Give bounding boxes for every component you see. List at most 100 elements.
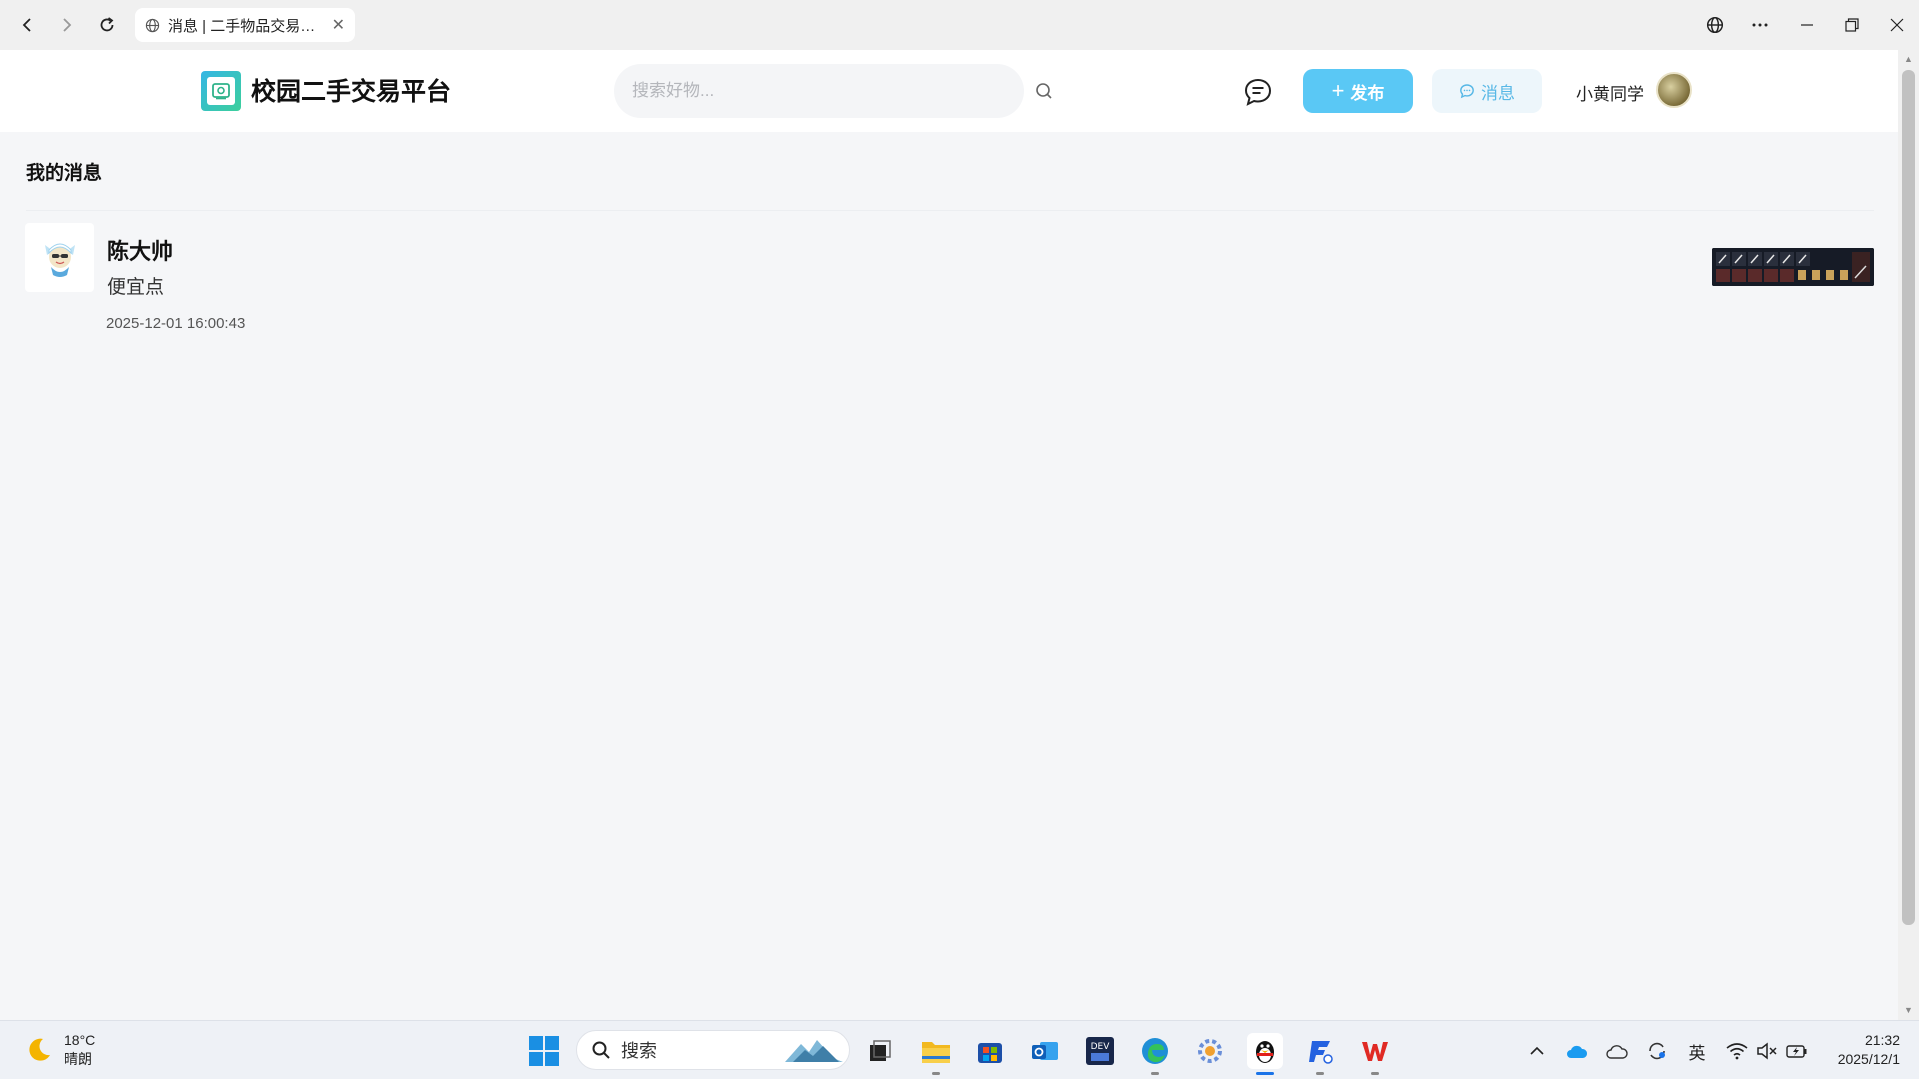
product-thumbnail[interactable] xyxy=(1712,248,1874,286)
tray-wifi[interactable] xyxy=(1725,1039,1749,1063)
back-button[interactable] xyxy=(13,11,41,39)
taskbar-app-feishu[interactable] xyxy=(1302,1033,1338,1075)
taskbar-app-wps[interactable] xyxy=(1357,1033,1393,1075)
search-input[interactable] xyxy=(614,64,1024,118)
moon-icon xyxy=(29,1038,50,1061)
globe-icon xyxy=(1706,16,1724,34)
cartoon-avatar-icon xyxy=(44,243,75,277)
translate-button[interactable] xyxy=(1700,11,1730,39)
clock-time: 21:32 xyxy=(1864,1032,1900,1048)
plus-icon: + xyxy=(1331,78,1345,103)
tray-volume[interactable] xyxy=(1755,1039,1779,1063)
svg-text:DEV: DEV xyxy=(1091,1042,1111,1052)
scroll-down-arrow[interactable]: ▼ xyxy=(1903,1005,1914,1016)
taskbar-app-qq[interactable] xyxy=(1247,1033,1283,1075)
weather-widget[interactable]: 18°C 晴朗 xyxy=(24,1031,95,1069)
store-icon xyxy=(978,1043,1002,1063)
cloud-blue-icon xyxy=(1567,1045,1588,1058)
tray-battery[interactable] xyxy=(1785,1039,1809,1063)
search-icon xyxy=(592,1041,610,1059)
publish-button[interactable]: + 发布 xyxy=(1303,69,1413,113)
chat-bubble-icon[interactable] xyxy=(1242,76,1274,108)
site-title[interactable]: 校园二手交易平台 xyxy=(251,72,451,108)
vertical-scrollbar[interactable]: ▲ ▼ xyxy=(1898,50,1919,1020)
scroll-up-arrow[interactable]: ▲ xyxy=(1903,54,1914,65)
task-view-icon xyxy=(870,1040,891,1061)
messages-label: 消息 xyxy=(1481,83,1515,103)
message-text: 便宜点 xyxy=(107,277,165,298)
site-logo[interactable] xyxy=(201,71,241,111)
volume-muted-icon xyxy=(1757,1042,1777,1060)
tray-onedrive[interactable] xyxy=(1605,1039,1629,1063)
tab-title: 消息 | 二手物品交易… xyxy=(168,17,316,35)
chevron-up-icon xyxy=(1530,1046,1544,1055)
taskbar-app-outlook[interactable] xyxy=(1027,1033,1063,1069)
wifi-icon xyxy=(1726,1043,1748,1060)
username[interactable]: 小黄同学 xyxy=(1576,80,1644,105)
page-title: 我的消息 xyxy=(26,163,103,184)
restore-button[interactable] xyxy=(1837,11,1867,39)
cloud-outline-icon xyxy=(1606,1045,1628,1059)
browser-toolbar: 消息 | 二手物品交易… ✕ xyxy=(0,0,1919,50)
message-bubble-icon xyxy=(1460,84,1474,99)
tab-close-icon[interactable]: ✕ xyxy=(332,15,345,35)
sync-icon xyxy=(1649,1042,1665,1060)
windows-start-icon[interactable] xyxy=(528,1035,560,1067)
divider xyxy=(26,210,1874,211)
taskbar: 18°C 晴朗 搜索 DEV 英 21:32 2025/12/1 xyxy=(0,1020,1919,1079)
forward-button[interactable] xyxy=(53,11,81,39)
shop-logo-icon xyxy=(212,83,230,100)
taskbar-search[interactable]: 搜索 xyxy=(576,1030,850,1070)
taskbar-app-task-view[interactable] xyxy=(862,1033,898,1069)
site-header: 校园二手交易平台 + 发布 消息 小黄同学 xyxy=(0,50,1898,132)
browser-tab[interactable]: 消息 | 二手物品交易… ✕ xyxy=(135,8,355,42)
wps-icon xyxy=(1362,1042,1388,1061)
close-window-button[interactable] xyxy=(1882,11,1912,39)
taskbar-app-settings[interactable] xyxy=(1192,1033,1228,1069)
weather-description: 晴朗 xyxy=(64,1051,92,1067)
message-list-item[interactable]: 陈大帅 便宜点 2025-12-01 16:00:43 xyxy=(0,222,1898,342)
clock-date: 2025/12/1 xyxy=(1837,1051,1900,1067)
running-indicator xyxy=(1371,1072,1379,1075)
edge-icon xyxy=(1142,1038,1168,1064)
messages-button[interactable]: 消息 xyxy=(1432,69,1542,113)
more-dots-icon xyxy=(1752,23,1768,27)
product-image xyxy=(1712,248,1874,286)
taskbar-app-file-explorer[interactable] xyxy=(918,1033,954,1075)
running-indicator xyxy=(932,1072,940,1075)
close-icon xyxy=(1890,18,1904,32)
minimize-icon xyxy=(1801,24,1813,26)
system-clock[interactable]: 21:32 2025/12/1 xyxy=(1820,1031,1900,1069)
scrollbar-thumb[interactable] xyxy=(1902,70,1915,925)
chevron-left-icon xyxy=(22,18,31,32)
message-timestamp: 2025-12-01 16:00:43 xyxy=(106,315,246,332)
search-highlight-image xyxy=(785,1040,843,1062)
taskbar-search-label: 搜索 xyxy=(621,1041,657,1061)
taskbar-app-edge[interactable] xyxy=(1137,1033,1173,1075)
tray-overflow-button[interactable] xyxy=(1525,1039,1549,1063)
more-menu-button[interactable] xyxy=(1745,11,1775,39)
minimize-button[interactable] xyxy=(1792,11,1822,39)
search-icon[interactable] xyxy=(1033,80,1055,102)
chevron-right-icon xyxy=(63,18,72,32)
running-indicator xyxy=(1151,1072,1159,1075)
sender-name: 陈大帅 xyxy=(107,239,174,264)
tray-cloud-app[interactable] xyxy=(1565,1039,1589,1063)
sender-avatar[interactable] xyxy=(25,223,94,292)
outlook-icon xyxy=(1032,1042,1058,1060)
ime-indicator[interactable]: 英 xyxy=(1685,1039,1709,1063)
publish-label: 发布 xyxy=(1350,83,1385,103)
taskbar-app-store[interactable] xyxy=(972,1033,1008,1069)
user-avatar[interactable] xyxy=(1656,72,1692,108)
folder-icon xyxy=(922,1042,950,1063)
running-indicator xyxy=(1316,1072,1324,1075)
battery-charging-icon xyxy=(1786,1045,1807,1058)
globe-icon xyxy=(145,18,160,32)
active-indicator xyxy=(1256,1072,1274,1075)
taskbar-app-devhome[interactable]: DEV xyxy=(1082,1033,1118,1069)
restore-icon xyxy=(1845,18,1859,32)
app-f-icon xyxy=(1309,1041,1333,1064)
settings-gear-icon xyxy=(1198,1039,1222,1063)
reload-button[interactable] xyxy=(93,11,121,39)
tray-sync-app[interactable] xyxy=(1645,1039,1669,1063)
